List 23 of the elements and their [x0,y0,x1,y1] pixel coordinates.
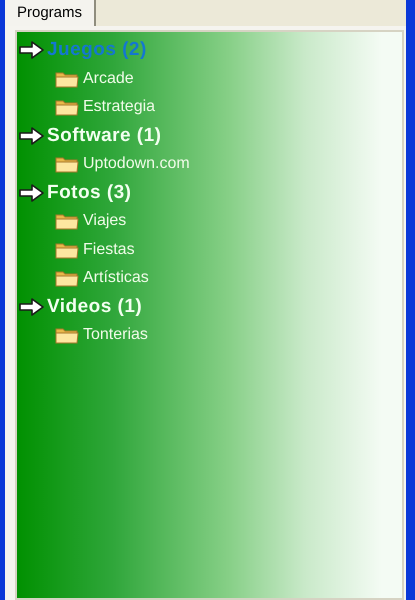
arrow-icon [19,40,45,60]
category-item[interactable]: Juegos (2) [19,36,402,64]
folder-icon [55,212,79,230]
programs-tab[interactable]: Programs [5,0,96,26]
arrow-icon [19,126,45,146]
category-item[interactable]: Software (1) [19,122,402,150]
folder-item[interactable]: Artísticas [19,264,402,292]
folder-item[interactable]: Estrategia [19,93,402,122]
category-item[interactable]: Fotos (3) [19,178,402,207]
folder-icon [55,240,79,259]
folder-icon [55,326,79,344]
folder-icon [55,98,79,116]
arrow-icon [19,296,45,317]
category-item[interactable]: Videos (1) [19,292,402,321]
folder-item[interactable]: Fiestas [19,236,402,264]
folder-item[interactable]: Arcade [19,64,402,93]
folder-item[interactable]: Tonterias [19,321,402,350]
folder-icon [55,155,79,174]
folder-item[interactable]: Uptodown.com [19,150,402,178]
folder-icon [55,70,79,88]
arrow-icon [19,182,45,203]
folder-icon [55,269,79,288]
folder-item[interactable]: Viajes [19,207,402,236]
